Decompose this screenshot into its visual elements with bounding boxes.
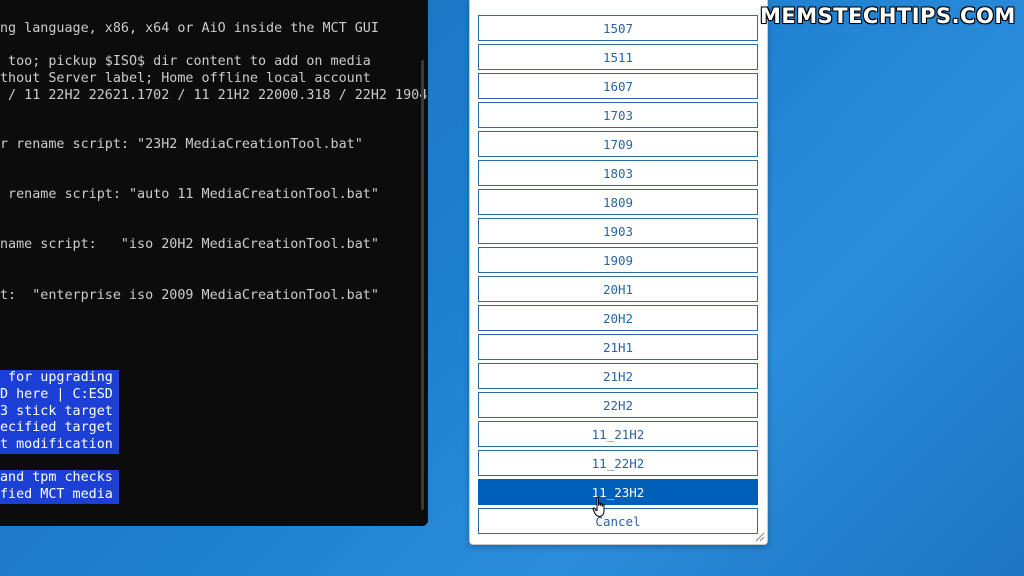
choice-button-1607[interactable]: 1607 <box>478 73 758 99</box>
console-line: r rename script: "23H2 MediaCreationTool… <box>0 137 363 152</box>
choice-button-1909[interactable]: 1909 <box>478 247 758 273</box>
console-line: / 11 22H2 22621.1702 / 11 21H2 22000.318… <box>0 88 428 103</box>
console-highlight-line: fied MCT media <box>0 487 119 504</box>
choice-button-1709[interactable]: 1709 <box>478 131 758 157</box>
watermark-logo: MEMSTECHTIPS.COM <box>760 4 1016 28</box>
choice-button-22h2[interactable]: 22H2 <box>478 392 758 418</box>
console-highlight-line: for upgrading <box>0 370 119 387</box>
choice-button-20h1[interactable]: 20H1 <box>478 276 758 302</box>
console-line: name script: "iso 20H2 MediaCreationTool… <box>0 237 379 252</box>
choice-button-1507[interactable]: 1507 <box>478 15 758 41</box>
choice-button-1903[interactable]: 1903 <box>478 218 758 244</box>
console-line: rename script: "auto 11 MediaCreationToo… <box>0 187 379 202</box>
resize-grip-icon[interactable] <box>753 530 765 542</box>
choice-button-20h2[interactable]: 20H2 <box>478 305 758 331</box>
console-scrollbar[interactable] <box>421 60 424 510</box>
choice-button-11-22h2[interactable]: 11_22H2 <box>478 450 758 476</box>
hand-pointer-icon <box>592 496 605 518</box>
console-highlight-line: t modification <box>0 437 119 454</box>
console-highlight-line: ecified target <box>0 420 119 437</box>
cancel-button[interactable]: Cancel <box>478 508 758 534</box>
choice-button-1511[interactable]: 1511 <box>478 44 758 70</box>
version-choice-dialog: 1507 1511 1607 1703 1709 1803 1809 1903 … <box>469 0 768 545</box>
choice-button-11-23h2[interactable]: 11_23H2 <box>478 479 758 505</box>
console-highlight-line: 3 stick target <box>0 404 119 421</box>
console-window[interactable]: ng language, x86, x64 or AiO inside the … <box>0 0 428 526</box>
console-output: ng language, x86, x64 or AiO inside the … <box>0 0 428 526</box>
console-line: t: "enterprise iso 2009 MediaCreationToo… <box>0 288 379 303</box>
console-line: thout Server label; Home offline local a… <box>0 71 371 86</box>
choice-button-21h1[interactable]: 21H1 <box>478 334 758 360</box>
choice-button-1803[interactable]: 1803 <box>478 160 758 186</box>
choice-button-1703[interactable]: 1703 <box>478 102 758 128</box>
choice-button-1809[interactable]: 1809 <box>478 189 758 215</box>
console-highlight-line: and tpm checks <box>0 470 119 487</box>
console-line: ng language, x86, x64 or AiO inside the … <box>0 21 379 36</box>
choice-button-11-21h2[interactable]: 11_21H2 <box>478 421 758 447</box>
choice-button-21h2[interactable]: 21H2 <box>478 363 758 389</box>
console-highlight-line: D here | C:ESD <box>0 387 119 404</box>
console-line: too; pickup $ISO$ dir content to add on … <box>0 54 371 69</box>
